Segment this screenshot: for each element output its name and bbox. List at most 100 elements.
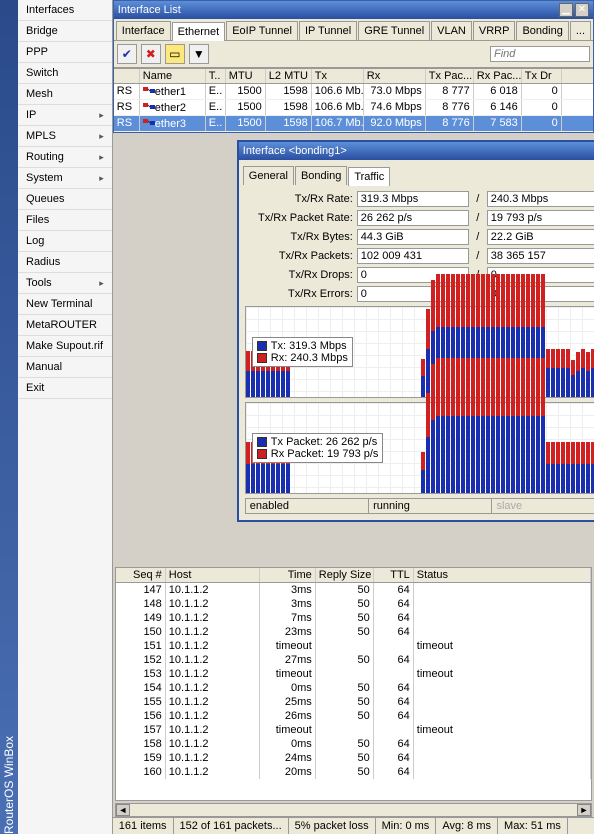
ping-row[interactable]: 15810.1.1.20ms5064 [116, 737, 591, 751]
ping-row[interactable]: 15110.1.1.2timeouttimeout [116, 639, 591, 653]
chart-bar [441, 274, 445, 327]
tab-vlan[interactable]: VLAN [431, 21, 472, 40]
chart-bar [536, 358, 540, 416]
sidebar-item-files[interactable]: Files [18, 210, 112, 231]
ping-row[interactable]: 15010.1.1.223ms5064 [116, 625, 591, 639]
ping-hscrollbar[interactable]: ◄ ► [115, 803, 592, 817]
sidebar-item-mesh[interactable]: Mesh [18, 84, 112, 105]
column-header[interactable]: Tx Dr [522, 69, 562, 83]
column-header[interactable]: MTU [226, 69, 266, 83]
interface-row[interactable]: RSether3E..15001598106.7 Mb...92.0 Mbps8… [114, 116, 593, 132]
sidebar-item-radius[interactable]: Radius [18, 252, 112, 273]
column-header[interactable]: T.. [206, 69, 226, 83]
cell: 10.1.1.2 [166, 583, 260, 597]
column-header[interactable]: Tx [312, 69, 364, 83]
column-header[interactable] [114, 69, 140, 83]
tab-vrrp[interactable]: VRRP [473, 21, 516, 40]
note-icon[interactable]: ▭ [165, 44, 185, 64]
slash-separator: / [473, 212, 483, 224]
tab-eoip-tunnel[interactable]: EoIP Tunnel [226, 21, 298, 40]
interface-row[interactable]: RSether1E..15001598106.6 Mb...73.0 Mbps8… [114, 84, 593, 100]
sidebar-item-switch[interactable]: Switch [18, 63, 112, 84]
sidebar-item-mpls[interactable]: MPLS▸ [18, 126, 112, 147]
cell: 106.7 Mb... [312, 116, 364, 131]
slash-separator: / [473, 193, 483, 205]
column-header[interactable]: Rx [364, 69, 426, 83]
ping-row[interactable]: 15910.1.1.224ms5064 [116, 751, 591, 765]
sidebar-item-label: Switch [26, 67, 58, 79]
sidebar-item-routing[interactable]: Routing▸ [18, 147, 112, 168]
x-icon[interactable]: ✖ [141, 44, 161, 64]
sidebar-item-metarouter[interactable]: MetaROUTER [18, 315, 112, 336]
ping-row[interactable]: 15410.1.1.20ms5064 [116, 681, 591, 695]
interface-toolbar: ✔ ✖ ▭ ▼ [114, 41, 593, 68]
ping-row[interactable]: 15710.1.1.2timeouttimeout [116, 723, 591, 737]
tab-traffic[interactable]: Traffic [348, 167, 390, 186]
column-header[interactable]: Tx Pac... [426, 69, 474, 83]
bonding-titlebar[interactable]: Interface <bonding1> ▁ ✕ [239, 142, 594, 160]
sidebar-item-system[interactable]: System▸ [18, 168, 112, 189]
column-header[interactable]: TTL [374, 568, 414, 582]
cell: E.. [206, 116, 226, 131]
column-header[interactable]: Rx Pac... [474, 69, 522, 83]
chart-bar [506, 274, 510, 327]
tab-bonding[interactable]: Bonding [295, 166, 347, 185]
field-value-rx: 240.3 Mbps [487, 191, 594, 207]
cell [414, 583, 591, 597]
tab-interface[interactable]: Interface [116, 21, 171, 40]
tab-ip-tunnel[interactable]: IP Tunnel [299, 21, 357, 40]
chart-bar [436, 274, 440, 327]
column-header[interactable]: Reply Size [316, 568, 374, 582]
tab--[interactable]: ... [570, 21, 591, 40]
interface-row[interactable]: RSether2E..15001598106.6 Mb...74.6 Mbps8… [114, 100, 593, 116]
scroll-right-icon[interactable]: ► [577, 804, 591, 816]
sidebar-item-new-terminal[interactable]: New Terminal [18, 294, 112, 315]
tab-bonding[interactable]: Bonding [516, 21, 568, 40]
cell [316, 667, 374, 681]
scroll-left-icon[interactable]: ◄ [116, 804, 130, 816]
sidebar-item-bridge[interactable]: Bridge [18, 21, 112, 42]
column-header[interactable]: Seq # [116, 568, 166, 582]
window-min-icon[interactable]: ▁ [559, 3, 573, 17]
sidebar-item-log[interactable]: Log [18, 231, 112, 252]
tab-ethernet[interactable]: Ethernet [172, 22, 226, 41]
field-label: Tx/Rx Rate: [243, 193, 353, 205]
column-header[interactable]: L2 MTU [266, 69, 312, 83]
interface-list-titlebar[interactable]: Interface List ▁ ✕ [114, 1, 593, 19]
sidebar-item-exit[interactable]: Exit [18, 378, 112, 399]
check-icon[interactable]: ✔ [117, 44, 137, 64]
column-header[interactable]: Name [140, 69, 206, 83]
sidebar-item-tools[interactable]: Tools▸ [18, 273, 112, 294]
chart-bar [521, 416, 525, 493]
chart-bar [426, 393, 430, 437]
ping-row[interactable]: 14810.1.1.23ms5064 [116, 597, 591, 611]
interface-tabs: InterfaceEthernetEoIP TunnelIP TunnelGRE… [114, 19, 593, 41]
window-close-icon[interactable]: ✕ [575, 3, 589, 17]
ping-row[interactable]: 15510.1.1.225ms5064 [116, 695, 591, 709]
ping-row[interactable]: 14910.1.1.27ms5064 [116, 611, 591, 625]
sidebar-item-interfaces[interactable]: Interfaces [18, 0, 112, 21]
ping-row[interactable]: 16010.1.1.220ms5064 [116, 765, 591, 779]
ping-row[interactable]: 15610.1.1.226ms5064 [116, 709, 591, 723]
chart-bar [261, 371, 265, 397]
sidebar-item-ppp[interactable]: PPP [18, 42, 112, 63]
column-header[interactable]: Time [260, 568, 316, 582]
filter-icon[interactable]: ▼ [189, 44, 209, 64]
cell: 10.1.1.2 [166, 751, 260, 765]
sidebar-item-ip[interactable]: IP▸ [18, 105, 112, 126]
ping-row[interactable]: 14710.1.1.23ms5064 [116, 583, 591, 597]
tab-general[interactable]: General [243, 166, 294, 185]
app-title-bar: RouterOS WinBox [0, 0, 18, 834]
column-header[interactable]: Host [166, 568, 260, 582]
cell: 50 [316, 583, 374, 597]
tab-gre-tunnel[interactable]: GRE Tunnel [358, 21, 430, 40]
chart-bar [571, 442, 575, 464]
sidebar-item-manual[interactable]: Manual [18, 357, 112, 378]
cell: 50 [316, 695, 374, 709]
find-input[interactable] [490, 46, 590, 62]
sidebar-item-make-supout-rif[interactable]: Make Supout.rif [18, 336, 112, 357]
ping-row[interactable]: 15310.1.1.2timeouttimeout [116, 667, 591, 681]
column-header[interactable]: Status [414, 568, 591, 582]
sidebar-item-queues[interactable]: Queues [18, 189, 112, 210]
ping-row[interactable]: 15210.1.1.227ms5064 [116, 653, 591, 667]
